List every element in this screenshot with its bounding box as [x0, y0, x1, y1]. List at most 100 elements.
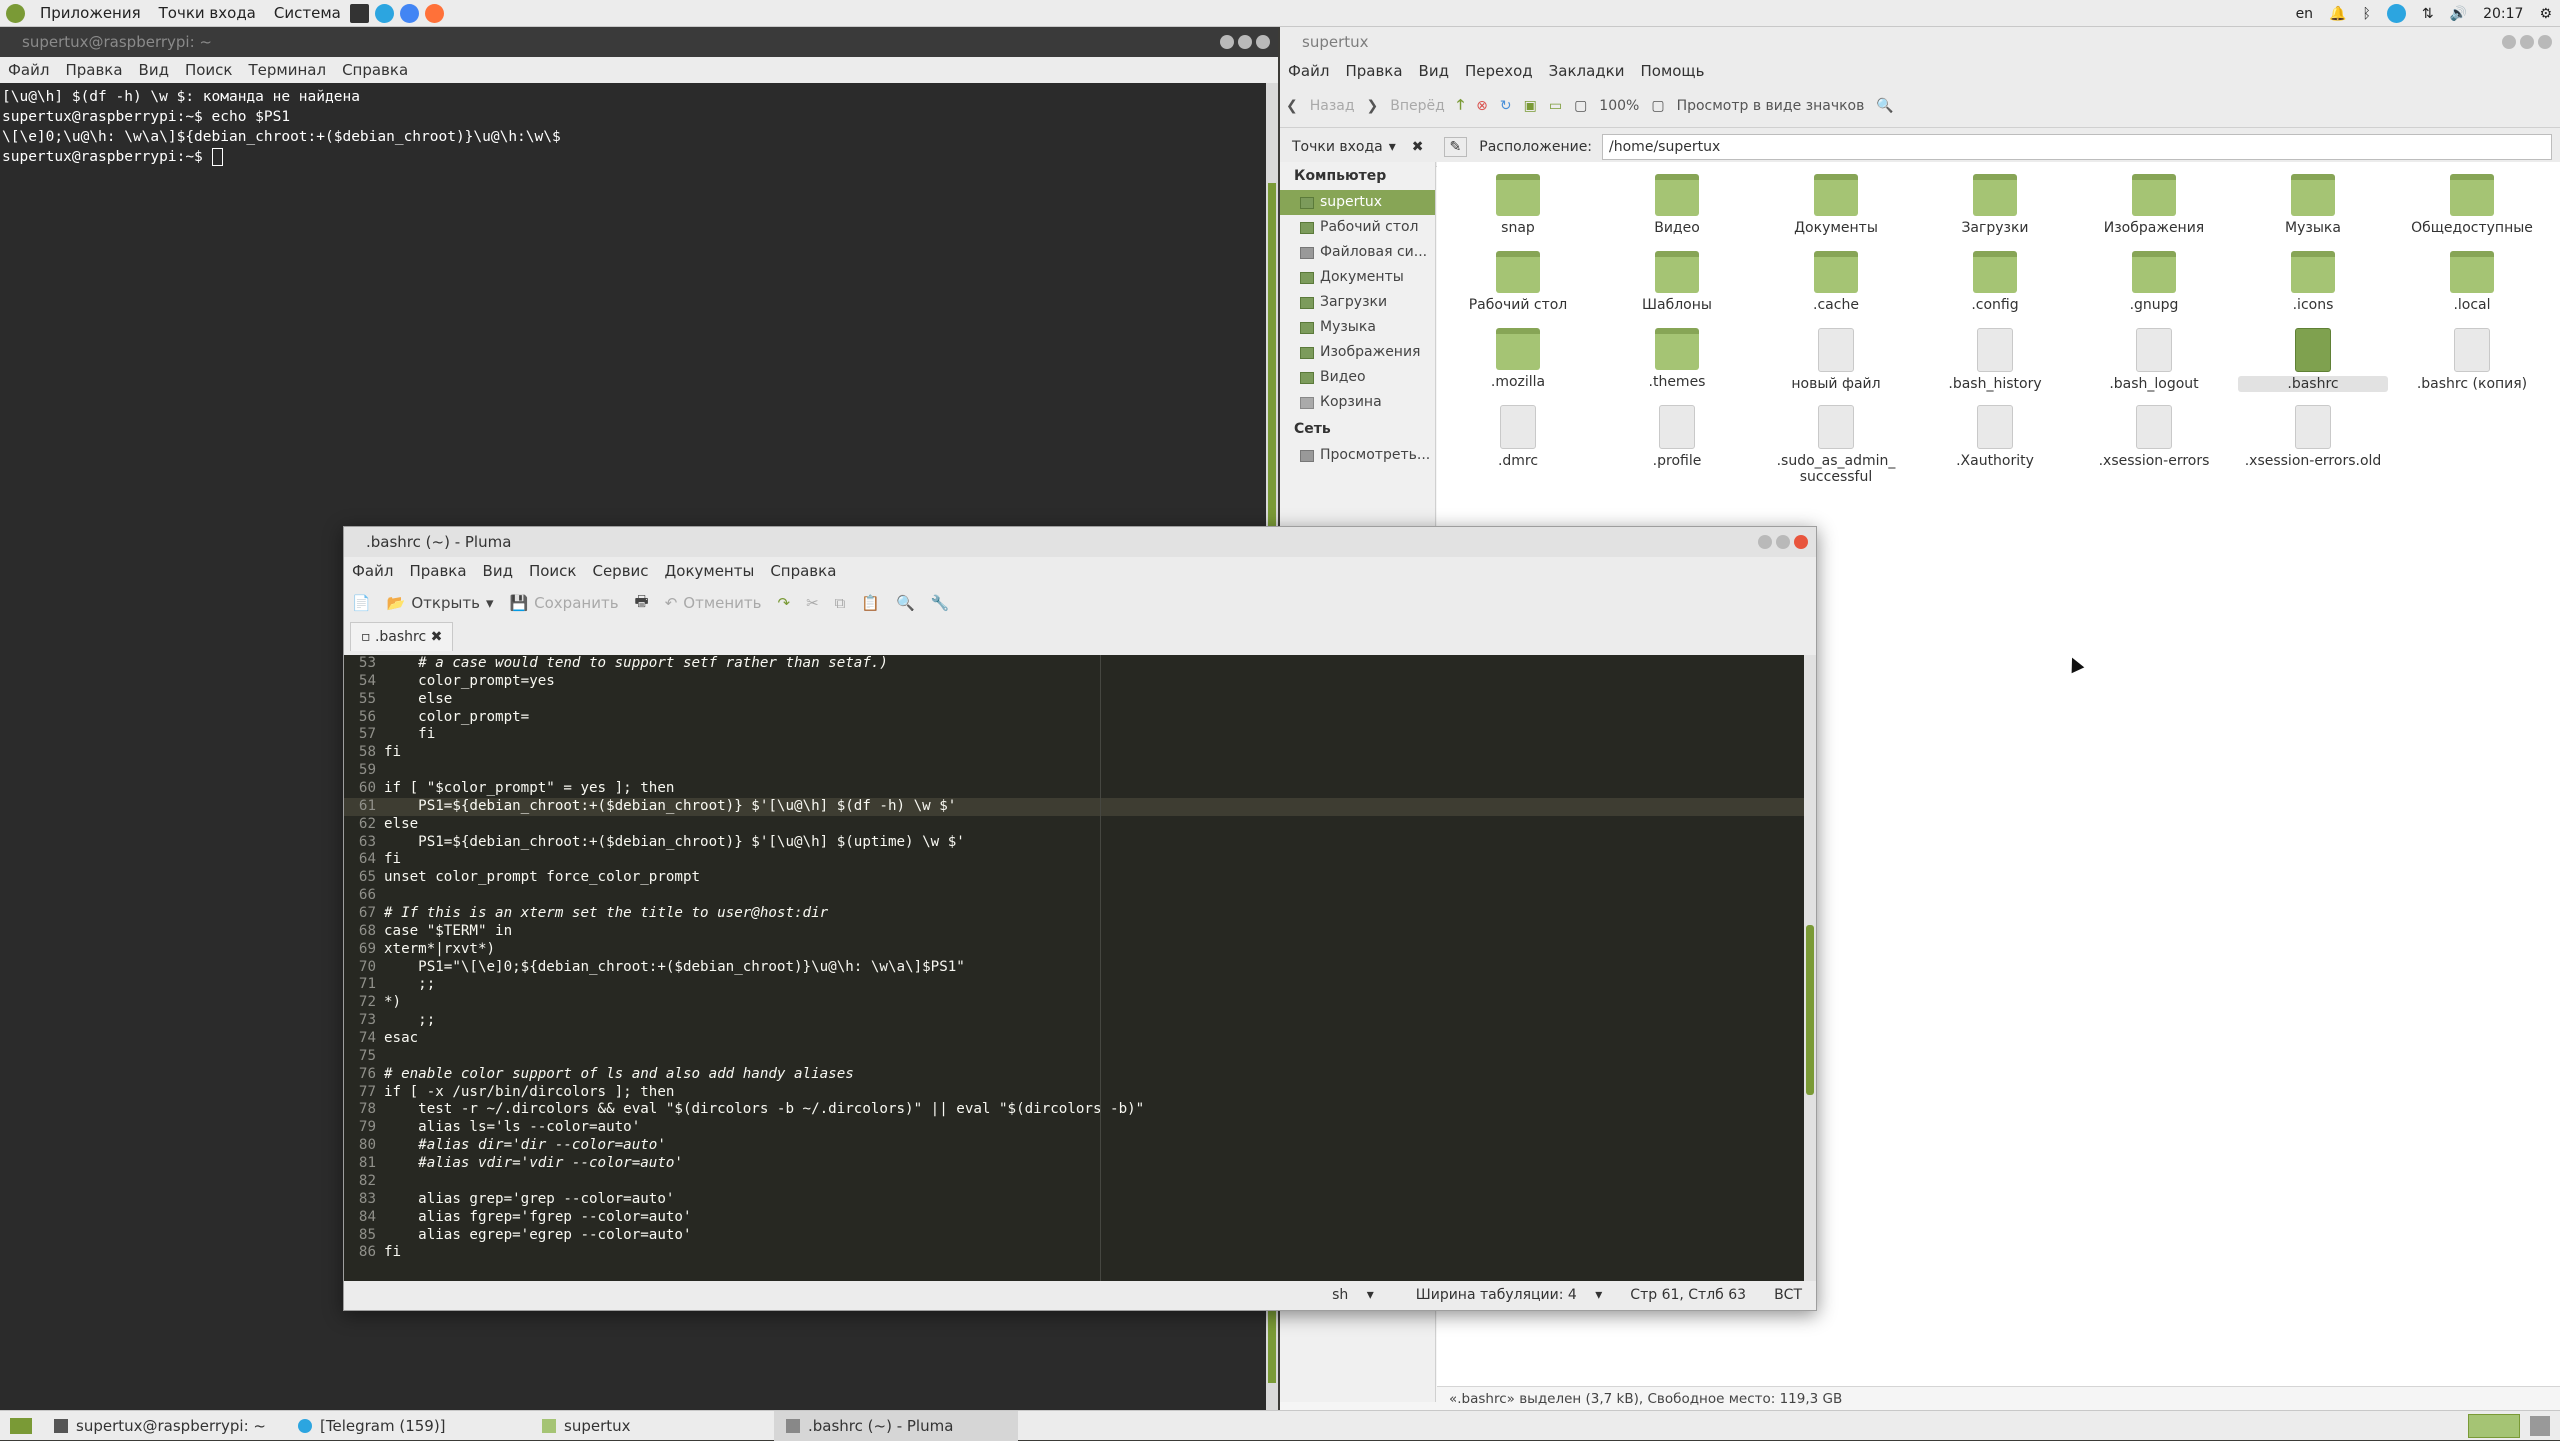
print-icon[interactable]: 🖶	[635, 591, 649, 616]
close-button[interactable]	[2538, 35, 2552, 49]
mate-logo-icon[interactable]	[6, 3, 25, 23]
file-item[interactable]: .sudo_as_admin_ successful	[1761, 405, 1911, 485]
caja-titlebar[interactable]: supertux	[1280, 27, 2560, 57]
back-button[interactable]: Назад	[1310, 98, 1355, 114]
folder-item[interactable]: Музыка	[2238, 174, 2388, 236]
file-item[interactable]: .xsession-errors.old	[2238, 405, 2388, 469]
folder-item[interactable]: Загрузки	[1920, 174, 2070, 236]
maximize-button[interactable]	[2520, 35, 2534, 49]
task-pluma[interactable]: .bashrc (~) - Pluma	[774, 1410, 1018, 1441]
editor-scrollbar[interactable]	[1804, 655, 1816, 1281]
sidebar-item-documents[interactable]: Документы	[1280, 265, 1435, 290]
file-item[interactable]: .profile	[1602, 405, 1752, 469]
clock[interactable]: 20:17	[2483, 6, 2523, 22]
sidebar-item-downloads[interactable]: Загрузки	[1280, 290, 1435, 315]
search-icon[interactable]: 🔍	[896, 594, 915, 612]
pluma-menu-tools[interactable]: Сервис	[584, 562, 656, 580]
replace-icon[interactable]: 🔧	[931, 594, 950, 612]
trash-applet-icon[interactable]	[2530, 1415, 2550, 1436]
location-input[interactable]: /home/supertux	[1602, 134, 2552, 160]
terminal-menu-edit[interactable]: Правка	[57, 61, 130, 79]
terminal-launcher-icon[interactable]	[349, 3, 369, 23]
cut-icon[interactable]: ✂	[806, 594, 819, 612]
folder-item[interactable]: .themes	[1602, 328, 1752, 390]
code-editor[interactable]: 53 # a case would tend to support setf r…	[344, 655, 1806, 1281]
terminal-menu-search[interactable]: Поиск	[177, 61, 241, 79]
file-item[interactable]: .bashrc	[2238, 328, 2388, 392]
places-menu[interactable]: Точки входа	[153, 0, 262, 27]
notifications-icon[interactable]: 🔔	[2329, 6, 2346, 22]
task-telegram[interactable]: [Telegram (159)]	[286, 1411, 530, 1441]
folder-item[interactable]: .icons	[2238, 251, 2388, 313]
terminal-output[interactable]: [\u@\h] $(df -h) \w $: команда не найден…	[0, 83, 1278, 171]
computer-icon[interactable]: ▭	[1549, 98, 1562, 114]
save-button[interactable]: 💾 Сохранить	[509, 594, 618, 612]
caja-menu-view[interactable]: Вид	[1411, 62, 1457, 80]
maximize-button[interactable]	[1776, 535, 1790, 549]
folder-item[interactable]: .cache	[1761, 251, 1911, 313]
file-item[interactable]: новый файл	[1761, 328, 1911, 392]
edit-location-icon[interactable]: ✎	[1443, 137, 1468, 157]
redo-icon[interactable]: ↷	[778, 594, 791, 612]
forward-button[interactable]: Вперёд	[1390, 98, 1445, 114]
folder-item[interactable]: Общедоступные	[2397, 174, 2547, 236]
reload-icon[interactable]: ↻	[1500, 98, 1512, 114]
undo-button[interactable]: ↶ Отменить	[665, 594, 762, 612]
telegram-launcher-icon[interactable]	[374, 3, 394, 23]
pluma-menu-help[interactable]: Справка	[762, 562, 844, 580]
maximize-button[interactable]	[1238, 35, 1252, 49]
system-menu[interactable]: Система	[268, 0, 347, 27]
copy-icon[interactable]: ⧉	[835, 594, 846, 612]
folder-item[interactable]: .config	[1920, 251, 2070, 313]
file-item[interactable]: .xsession-errors	[2079, 405, 2229, 469]
pluma-menu-search[interactable]: Поиск	[521, 562, 585, 580]
pluma-titlebar[interactable]: .bashrc (~) - Pluma	[344, 527, 1816, 557]
tab-width-select[interactable]: Ширина табуляции: 4 ▾	[1402, 1287, 1603, 1303]
show-desktop-icon[interactable]	[10, 1417, 32, 1434]
paste-icon[interactable]: 📋	[861, 594, 880, 612]
close-button[interactable]	[1256, 35, 1270, 49]
file-item[interactable]: .bashrc (копия)	[2397, 328, 2547, 392]
close-tab-icon[interactable]: ✖	[431, 629, 443, 645]
open-button[interactable]: 📂 Открыть ▾	[387, 594, 494, 612]
applications-menu[interactable]: Приложения	[34, 0, 147, 27]
task-caja[interactable]: supertux	[530, 1411, 774, 1441]
up-arrow-icon[interactable]: 🡑	[1457, 94, 1464, 118]
folder-item[interactable]: Рабочий стол	[1443, 251, 1593, 313]
file-item[interactable]: .bash_logout	[2079, 328, 2229, 392]
pluma-menu-view[interactable]: Вид	[475, 562, 521, 580]
places-selector[interactable]: Точки входа	[1292, 139, 1383, 155]
pluma-menu-documents[interactable]: Документы	[657, 562, 763, 580]
terminal-menu-help[interactable]: Справка	[334, 61, 416, 79]
caja-menu-go[interactable]: Переход	[1457, 62, 1541, 80]
sidebar-item-music[interactable]: Музыка	[1280, 315, 1435, 340]
sidebar-item-videos[interactable]: Видео	[1280, 365, 1435, 390]
network-icon[interactable]: ⇅	[2422, 6, 2434, 22]
pluma-menu-file[interactable]: Файл	[344, 562, 401, 580]
caja-menu-help[interactable]: Помощь	[1632, 62, 1712, 80]
sidebar-item-pictures[interactable]: Изображения	[1280, 340, 1435, 365]
folder-item[interactable]: .local	[2397, 251, 2547, 313]
task-terminal[interactable]: supertux@raspberrypi: ~	[42, 1411, 286, 1441]
workspace-switcher[interactable]	[2468, 1413, 2520, 1438]
tab-bashrc[interactable]: ▫ .bashrc ✖	[350, 622, 454, 651]
power-gear-icon[interactable]: ⚙	[2539, 6, 2552, 22]
folder-item[interactable]: .mozilla	[1443, 328, 1593, 390]
stop-icon[interactable]: ⊗	[1476, 98, 1488, 114]
folder-item[interactable]: Документы	[1761, 174, 1911, 236]
folder-item[interactable]: Изображения	[2079, 174, 2229, 236]
zoom-in-icon[interactable]: ▢	[1651, 98, 1664, 114]
zoom-out-icon[interactable]: ▢	[1574, 98, 1587, 114]
minimize-button[interactable]	[1220, 35, 1234, 49]
minimize-button[interactable]	[2502, 35, 2516, 49]
folder-item[interactable]: .gnupg	[2079, 251, 2229, 313]
keyboard-layout[interactable]: en	[2296, 6, 2314, 22]
file-item[interactable]: .Xauthority	[1920, 405, 2070, 469]
sidebar-item-browse-network[interactable]: Просмотреть...	[1280, 443, 1435, 468]
caja-menu-edit[interactable]: Правка	[1337, 62, 1410, 80]
file-item[interactable]: .bash_history	[1920, 328, 2070, 392]
new-document-button[interactable]: 📄	[352, 594, 371, 612]
minimize-button[interactable]	[1758, 535, 1772, 549]
terminal-titlebar[interactable]: supertux@raspberrypi: ~	[0, 27, 1278, 57]
close-sidebar-icon[interactable]: ✖	[1412, 139, 1424, 155]
